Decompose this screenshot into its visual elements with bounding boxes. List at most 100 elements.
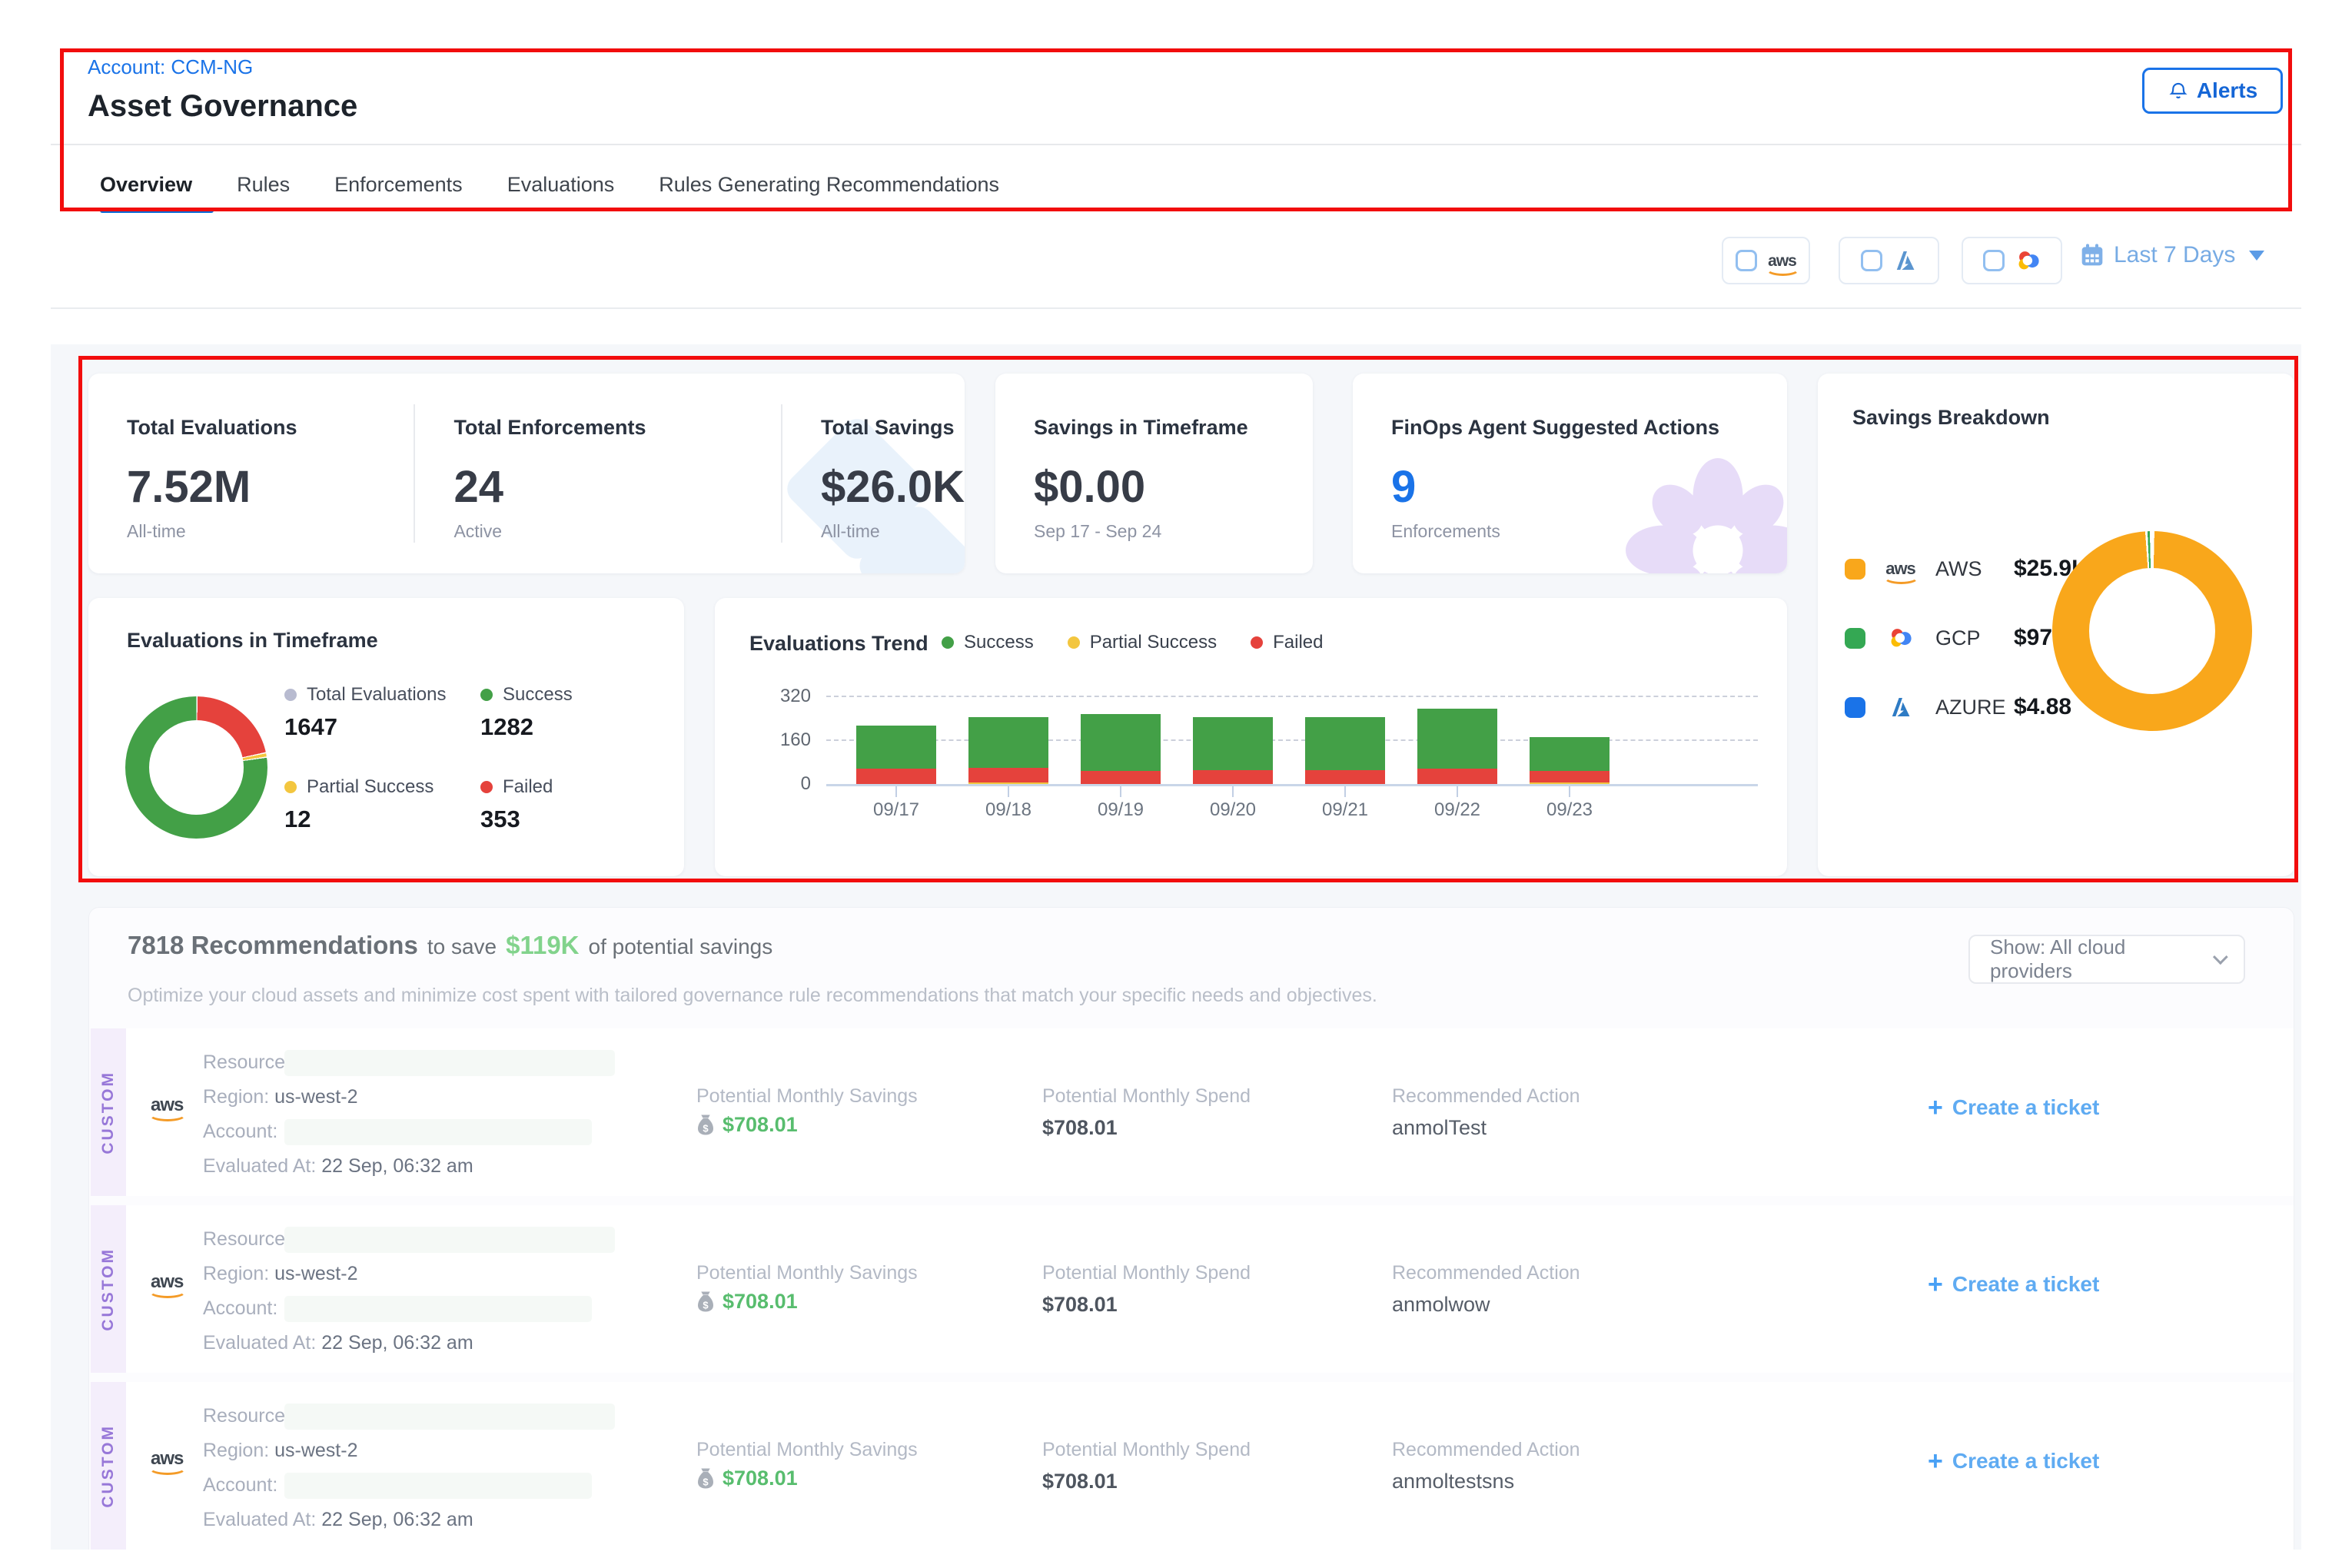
bar-segment-success [1305, 717, 1385, 770]
savings-timeframe-card: Savings in Timeframe $0.00 Sep 17 - Sep … [995, 374, 1313, 573]
total-savings-title: Total Savings [821, 416, 965, 440]
checkbox-icon[interactable] [1983, 250, 2005, 271]
recommendations-count: 7818 Recommendations [128, 931, 418, 960]
bar-segment-success [1417, 709, 1497, 769]
tab-rules-generating-recommendations[interactable]: Rules Generating Recommendations [659, 173, 999, 197]
create-ticket-button[interactable]: +Create a ticket [1928, 1271, 2099, 1297]
stacked-bar-09/17 [856, 726, 936, 784]
bar-segment-failed [1081, 771, 1161, 784]
bar-segment-partial-success [1530, 782, 1610, 784]
azure-filter-checkbox[interactable] [1839, 237, 1939, 284]
cloud-provider-filter-dropdown[interactable]: Show: All cloud providers [1968, 935, 2245, 984]
region-field: Region: us-west-2 [203, 1263, 358, 1285]
date-range-dropdown[interactable]: Last 7 Days [2080, 242, 2264, 268]
evaluated-field: Evaluated At: 22 Sep, 06:32 am [203, 1509, 473, 1531]
create-ticket-button[interactable]: +Create a ticket [1928, 1448, 2099, 1474]
finops-value: 9 [1391, 461, 1787, 513]
x-axis-label: 09/22 [1401, 799, 1513, 821]
calendar-icon [2080, 243, 2105, 267]
legend-item-success: Success 1282 [480, 684, 669, 741]
bar-segment-failed [968, 768, 1048, 782]
stacked-bar-09/23 [1530, 737, 1610, 784]
gridline [826, 696, 1758, 697]
spend-column-label: Potential Monthly Spend [1042, 1262, 1251, 1284]
aws-icon: aws [151, 1096, 183, 1115]
savings-column-label: Potential Monthly Savings [696, 1085, 918, 1108]
resource-field: Resource: [203, 1405, 291, 1427]
x-axis-tick [1569, 786, 1570, 797]
custom-badge: CUSTOM [91, 1028, 126, 1196]
account-breadcrumb[interactable]: Account: CCM-NG [88, 55, 253, 79]
total-enforcements-caption: Active [453, 521, 502, 542]
savings-timeframe-caption: Sep 17 - Sep 24 [1034, 521, 1161, 542]
total-savings-value: $26.0K [821, 461, 965, 513]
tab-rules[interactable]: Rules [237, 173, 290, 197]
azure-icon [1889, 695, 1913, 719]
provider-savings: $4.88 [2014, 694, 2071, 720]
evaluations-trend-bar-chart: 016032009/1709/1809/1909/2009/2109/2209/… [715, 598, 1787, 876]
region-field: Region: us-west-2 [203, 1086, 358, 1108]
bar-segment-failed [1193, 770, 1273, 784]
money-bag-icon: $ [696, 1291, 715, 1313]
recommendation-row[interactable]: CUSTOM aws Resource: Region: us-west-2 A… [91, 1382, 2294, 1550]
bar-segment-success [1081, 714, 1161, 771]
potential-savings-amount: $119K [506, 931, 579, 960]
bar-segment-success [1530, 737, 1610, 772]
stacked-bar-09/18 [968, 717, 1048, 784]
total-evaluations-caption: All-time [127, 521, 186, 542]
account-value-redacted [284, 1296, 592, 1322]
header-divider [51, 144, 2301, 145]
bell-icon [2168, 80, 2189, 101]
finops-caption: Enforcements [1391, 521, 1500, 542]
tab-enforcements[interactable]: Enforcements [334, 173, 463, 197]
evaluations-donut-chart [125, 696, 267, 839]
recommendations-panel: 7818 Recommendations to save $119K of po… [88, 907, 2294, 1550]
action-column-label: Recommended Action [1392, 1085, 1580, 1108]
aws-color-chip [1845, 559, 1865, 580]
alerts-button[interactable]: Alerts [2142, 68, 2283, 114]
resource-value-redacted [284, 1404, 615, 1430]
checkbox-icon[interactable] [1861, 250, 1882, 271]
evaluated-field: Evaluated At: 22 Sep, 06:32 am [203, 1155, 473, 1178]
x-axis-label: 09/18 [952, 799, 1065, 821]
bar-segment-failed [1530, 771, 1610, 782]
aws-filter-checkbox[interactable]: aws [1722, 237, 1810, 284]
provider-name: AWS [1935, 557, 2014, 581]
total-evaluations-value: 7.52M [127, 461, 414, 513]
stacked-bar-09/21 [1305, 717, 1385, 784]
tab-evaluations[interactable]: Evaluations [507, 173, 615, 197]
provider-name: GCP [1935, 626, 2014, 650]
gcp-filter-checkbox[interactable] [1962, 237, 2062, 284]
recommended-action: anmolTest [1392, 1116, 1487, 1140]
region-field: Region: us-west-2 [203, 1440, 358, 1462]
bar-segment-failed [1305, 770, 1385, 784]
toolbar-divider [51, 307, 2301, 309]
x-axis-label: 09/20 [1177, 799, 1289, 821]
bar-segment-success [856, 726, 936, 769]
recommendation-row[interactable]: CUSTOM aws Resource: Region: us-west-2 A… [91, 1205, 2294, 1373]
x-axis-tick [1008, 786, 1009, 797]
plus-icon: + [1928, 1271, 1943, 1297]
create-ticket-button[interactable]: +Create a ticket [1928, 1095, 2099, 1121]
savings-timeframe-value: $0.00 [1034, 461, 1313, 513]
spend-column-label: Potential Monthly Spend [1042, 1439, 1251, 1461]
evaluations-timeframe-title: Evaluations in Timeframe [127, 629, 378, 653]
tab-overview[interactable]: Overview [100, 173, 192, 197]
recommended-action: anmoltestsns [1392, 1470, 1514, 1493]
azure-icon [1893, 248, 1918, 273]
potential-monthly-spend: $708.01 [1042, 1116, 1118, 1140]
spend-column-label: Potential Monthly Spend [1042, 1085, 1251, 1108]
potential-monthly-savings: $ $708.01 [696, 1467, 798, 1490]
svg-text:$: $ [703, 1123, 709, 1134]
recommendation-row[interactable]: CUSTOM aws Resource: Region: us-west-2 A… [91, 1028, 2294, 1196]
total-savings-caption: All-time [821, 521, 880, 542]
bar-segment-success [968, 717, 1048, 768]
evaluated-field: Evaluated At: 22 Sep, 06:32 am [203, 1332, 473, 1354]
failed-dot-icon [480, 781, 493, 793]
y-axis-tick-label: 160 [746, 729, 811, 751]
recommendations-subtitle: Optimize your cloud assets and minimize … [128, 985, 1377, 1007]
resource-value-redacted [284, 1050, 615, 1076]
legend-item-partial-success: Partial Success 12 [284, 776, 473, 833]
checkbox-icon[interactable] [1736, 250, 1757, 271]
gcp-color-chip [1845, 628, 1865, 649]
